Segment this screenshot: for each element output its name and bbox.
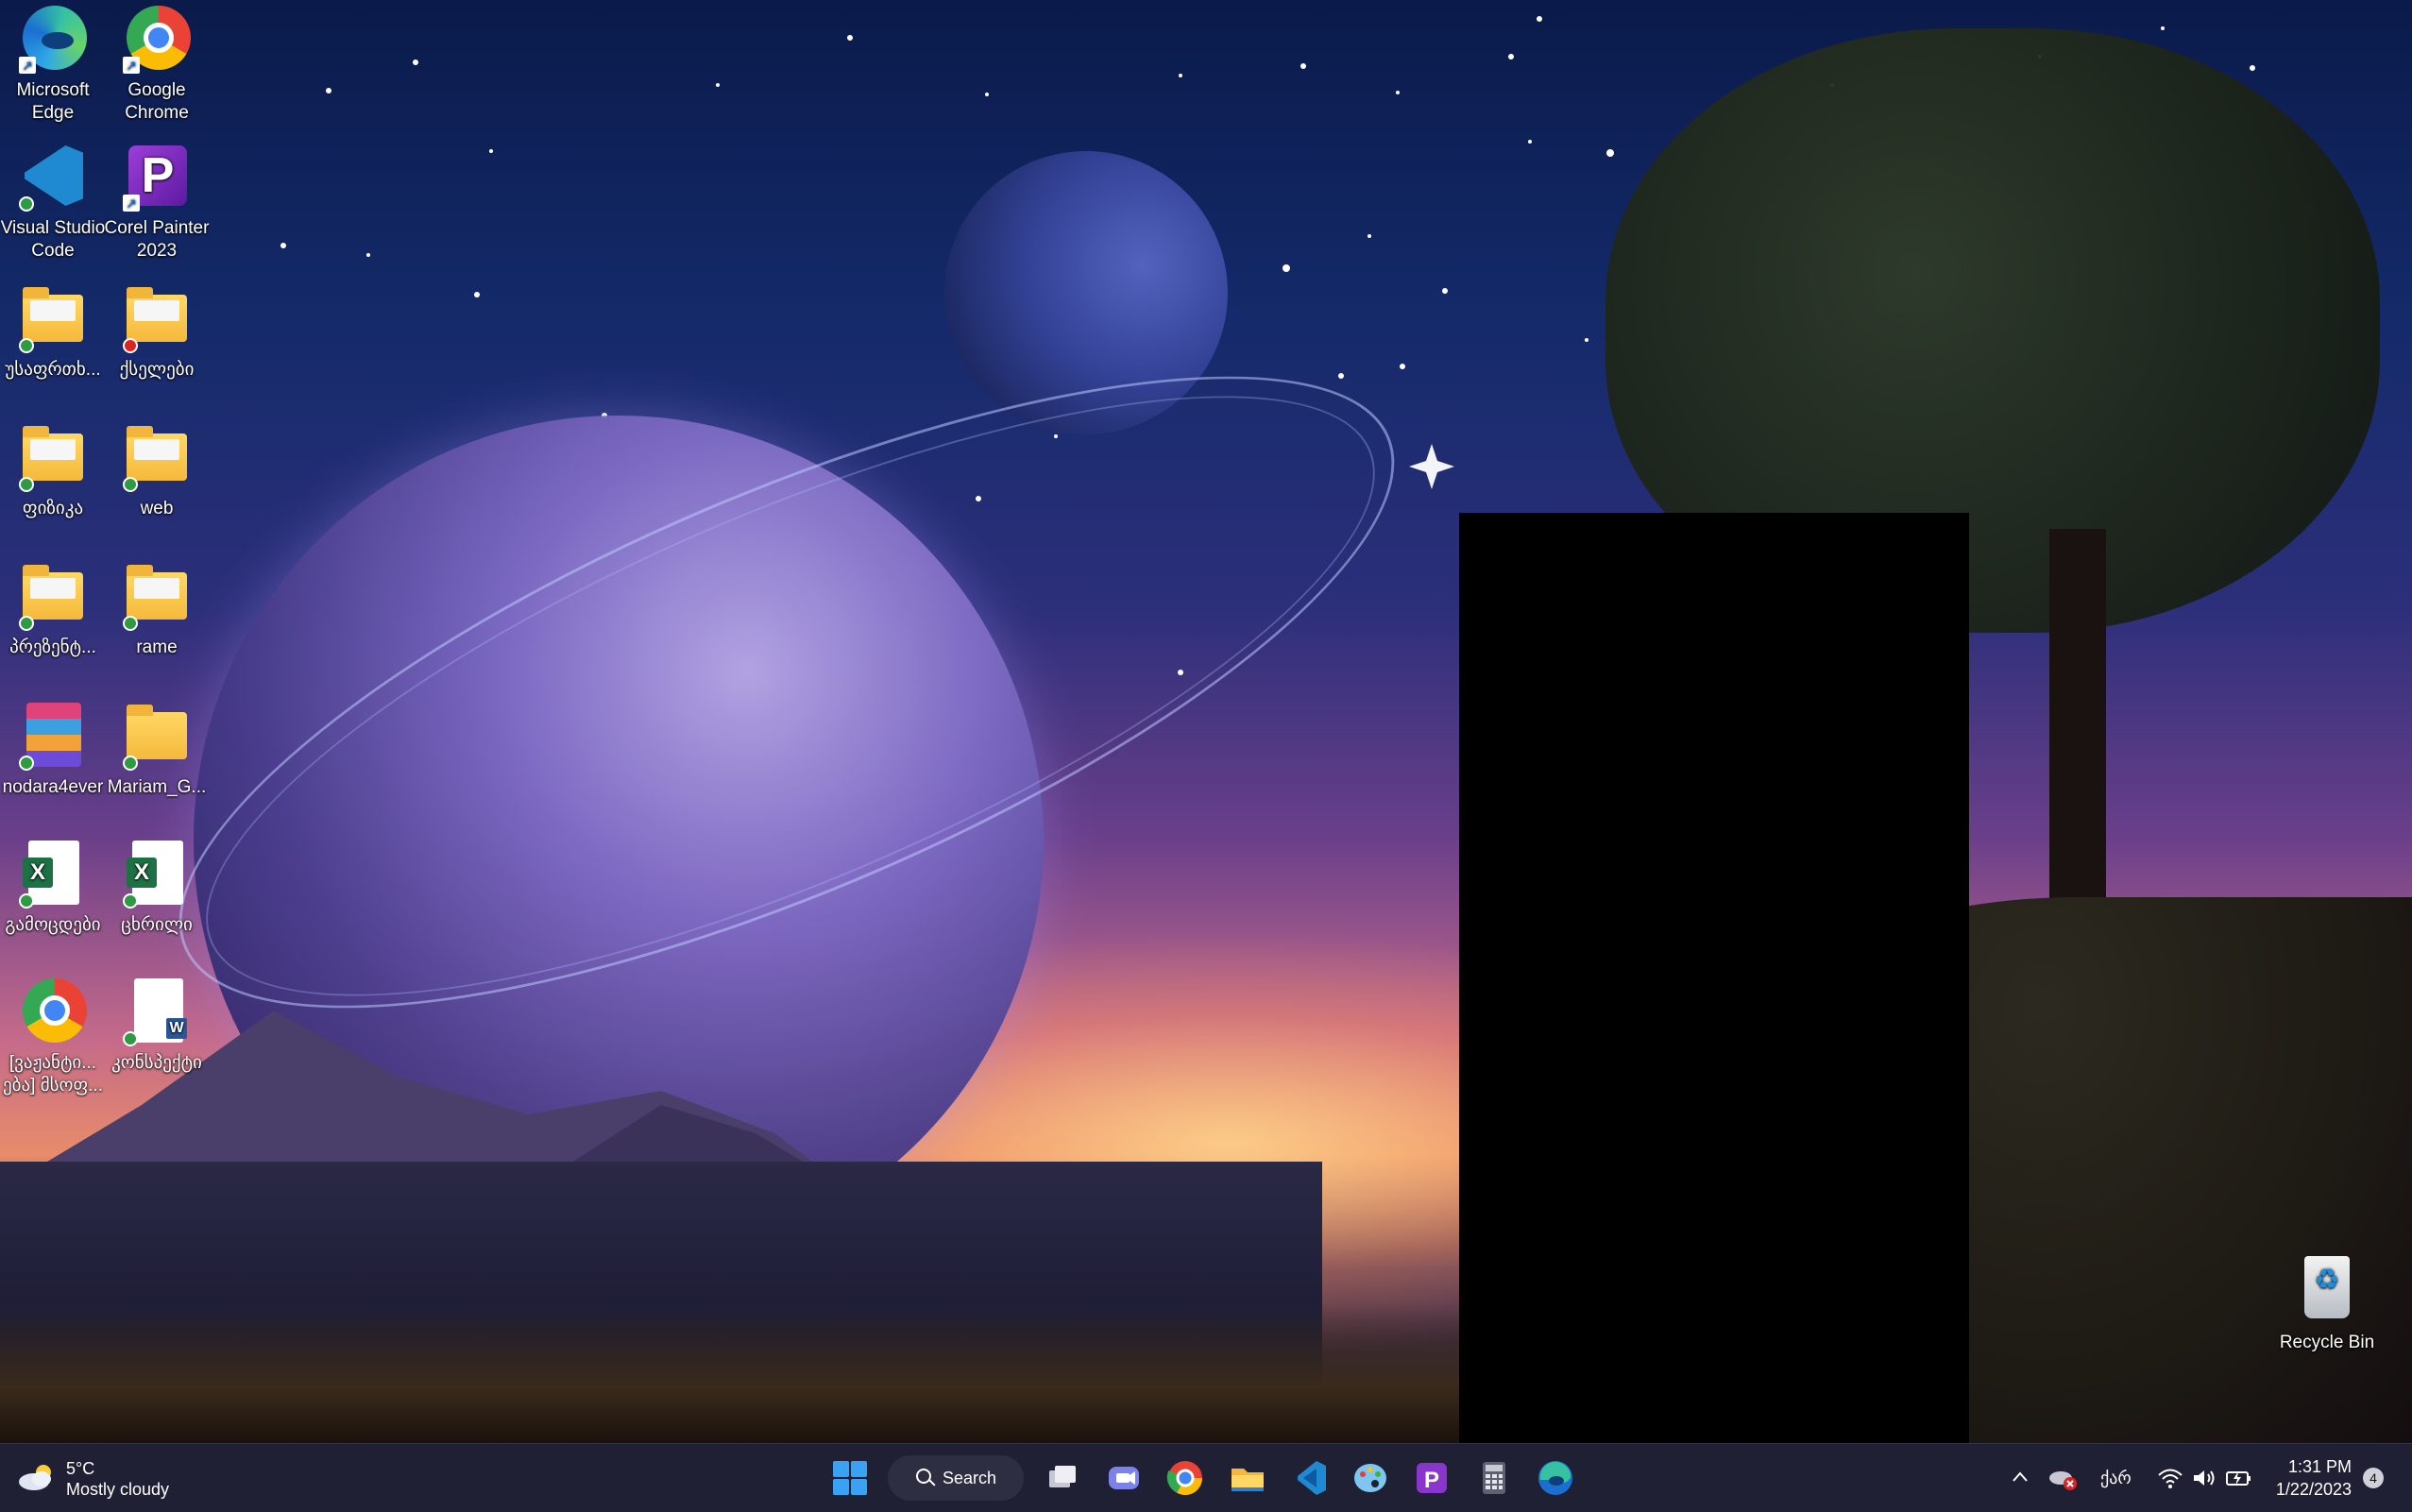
desktop-icon-label: პრეზენტ...	[9, 637, 96, 657]
desktop-icon-folder-web[interactable]: web	[104, 422, 210, 554]
folder-icon	[19, 422, 87, 492]
corel-painter-icon: P ↗	[123, 142, 191, 212]
chrome-icon[interactable]	[1164, 1457, 1206, 1499]
desktop-icon-excel-1[interactable]: X გამოცდები	[0, 839, 106, 971]
folder-icon	[123, 561, 191, 631]
desktop-icon-label: nodara4ever	[2, 777, 104, 797]
sync-ok-icon	[19, 756, 34, 771]
desktop-icon-label: უსაფრთხ...	[5, 360, 101, 380]
weather-temperature: 5°C	[66, 1459, 95, 1478]
desktop-icon-label: გამოცდები	[5, 915, 101, 935]
shortcut-arrow-icon: ↗	[123, 57, 140, 74]
desktop-icon-folder-mariam[interactable]: Mariam_G...	[104, 701, 210, 833]
folder-icon	[123, 422, 191, 492]
folder-icon	[123, 701, 191, 771]
folder-icon	[123, 283, 191, 353]
task-view-icon[interactable]	[1042, 1457, 1083, 1499]
search-label: Search	[943, 1469, 997, 1487]
desktop-icon-label: Google Chrome	[125, 80, 189, 123]
calculator-icon[interactable]	[1473, 1457, 1515, 1499]
word-icon: W	[123, 977, 191, 1046]
shortcut-arrow-icon: ↗	[19, 57, 36, 74]
edge-icon[interactable]	[1535, 1457, 1576, 1499]
battery-icon[interactable]	[2225, 1467, 2253, 1489]
corel-painter-icon[interactable]: P	[1411, 1457, 1452, 1499]
start-button[interactable]	[829, 1457, 871, 1499]
taskbar-search[interactable]: Search	[888, 1455, 1024, 1501]
shortcut-arrow-icon: ↗	[123, 195, 140, 212]
desktop-icon-label: Visual Studio Code	[0, 218, 106, 261]
notification-badge[interactable]: 4	[2363, 1468, 2384, 1488]
desktop-icon-word[interactable]: W კონსპექტი	[104, 977, 210, 1109]
folder-icon	[19, 283, 87, 353]
search-icon	[916, 1469, 931, 1484]
desktop-icon-vscode[interactable]: Visual Studio Code	[0, 142, 106, 274]
chrome-icon	[19, 977, 87, 1045]
folder-icon	[19, 561, 87, 631]
desktop-icon-folder-2[interactable]: ქსელები	[104, 283, 210, 416]
onedrive-error-icon[interactable]	[2047, 1463, 2078, 1493]
excel-icon: X	[123, 839, 191, 909]
clock-date: 1/22/2023	[2275, 1480, 2352, 1499]
sync-ok-icon	[19, 616, 34, 631]
input-language[interactable]: ქარ	[2100, 1444, 2132, 1512]
wifi-icon[interactable]	[2157, 1467, 2183, 1489]
file-explorer-icon[interactable]	[1227, 1457, 1268, 1499]
desktop-icon-label: rame	[136, 637, 178, 657]
desktop-icon-google-chrome[interactable]: ↗ Google Chrome	[104, 4, 210, 136]
sync-ok-icon	[123, 1031, 138, 1046]
desktop-icon-label: კონსპექტი	[111, 1053, 202, 1073]
desktop-wallpaper: ↗ Microsoft Edge ↗ Google Chrome Visual …	[0, 0, 2412, 1443]
desktop-icon-folder-1[interactable]: უსაფრთხ...	[0, 283, 106, 416]
desktop-icon-folder-3[interactable]: ფიზიკა	[0, 422, 106, 554]
desktop-icon-microsoft-edge[interactable]: ↗ Microsoft Edge	[0, 4, 106, 136]
tray-overflow-button[interactable]	[2008, 1444, 2032, 1512]
cloudy-weather-icon	[19, 1465, 51, 1490]
desktop-icon-excel-2[interactable]: X ცხრილი	[104, 839, 210, 971]
desktop-icon-folder-4[interactable]: პრეზენტ...	[0, 561, 106, 693]
desktop-icon-recycle-bin[interactable]: Recycle Bin	[2274, 1256, 2380, 1388]
paint-icon[interactable]	[1350, 1457, 1391, 1499]
desktop-icon-label: [ვაჟანტი... ება] მსოფ...	[3, 1053, 103, 1096]
sync-error-icon	[123, 338, 138, 353]
desktop-icon-label: Mariam_G...	[107, 777, 207, 797]
desktop-icon-label: Recycle Bin	[2279, 1333, 2375, 1352]
desktop-icon-label: ფიზიკა	[22, 499, 84, 518]
sync-ok-icon	[123, 616, 138, 631]
clock[interactable]: 1:31 PM 1/22/2023	[2272, 1455, 2352, 1501]
desktop-icon-corel-painter[interactable]: P ↗ Corel Painter 2023	[104, 142, 210, 274]
sync-ok-icon	[19, 893, 34, 909]
desktop-icon-chrome-page[interactable]: [ვაჟანტი... ება] მსოფ...	[0, 977, 106, 1118]
vscode-icon[interactable]	[1288, 1457, 1330, 1499]
svg-text:P: P	[1424, 1468, 1439, 1493]
sync-ok-icon	[19, 196, 34, 212]
foreground-plants	[0, 1303, 1473, 1443]
chrome-icon: ↗	[123, 4, 191, 74]
sync-ok-icon	[123, 477, 138, 492]
weather-condition: Mostly cloudy	[66, 1480, 170, 1499]
edge-icon: ↗	[19, 4, 87, 74]
excel-icon: X	[19, 839, 87, 909]
desktop-icon-label: Microsoft Edge	[16, 80, 90, 123]
desktop-icon-label: Corel Painter 2023	[104, 218, 210, 261]
desktop-icon-folder-rame[interactable]: rame	[104, 561, 210, 693]
vscode-icon	[19, 142, 87, 212]
sync-ok-icon	[123, 756, 138, 771]
sync-ok-icon	[19, 477, 34, 492]
chevron-up-icon	[2013, 1471, 2028, 1482]
archive-icon	[19, 701, 87, 771]
desktop-icon-label: ქსელები	[119, 360, 195, 380]
volume-icon[interactable]	[2191, 1467, 2217, 1489]
clock-time: 1:31 PM	[2287, 1457, 2352, 1476]
teams-chat-icon[interactable]	[1103, 1457, 1145, 1499]
tree-trunk	[2049, 529, 2106, 926]
taskbar: 5°C Mostly cloudy Search P ქარ 1:31 PM 1…	[0, 1443, 2412, 1512]
desktop-icon-archive[interactable]: nodara4ever	[0, 701, 106, 833]
desktop-icon-label: web	[140, 499, 174, 518]
sync-ok-icon	[123, 893, 138, 909]
recycle-bin-icon	[2293, 1256, 2361, 1324]
desktop-icon-label: ცხრილი	[121, 915, 193, 935]
sync-ok-icon	[19, 338, 34, 353]
redacted-block	[1459, 513, 1969, 1443]
